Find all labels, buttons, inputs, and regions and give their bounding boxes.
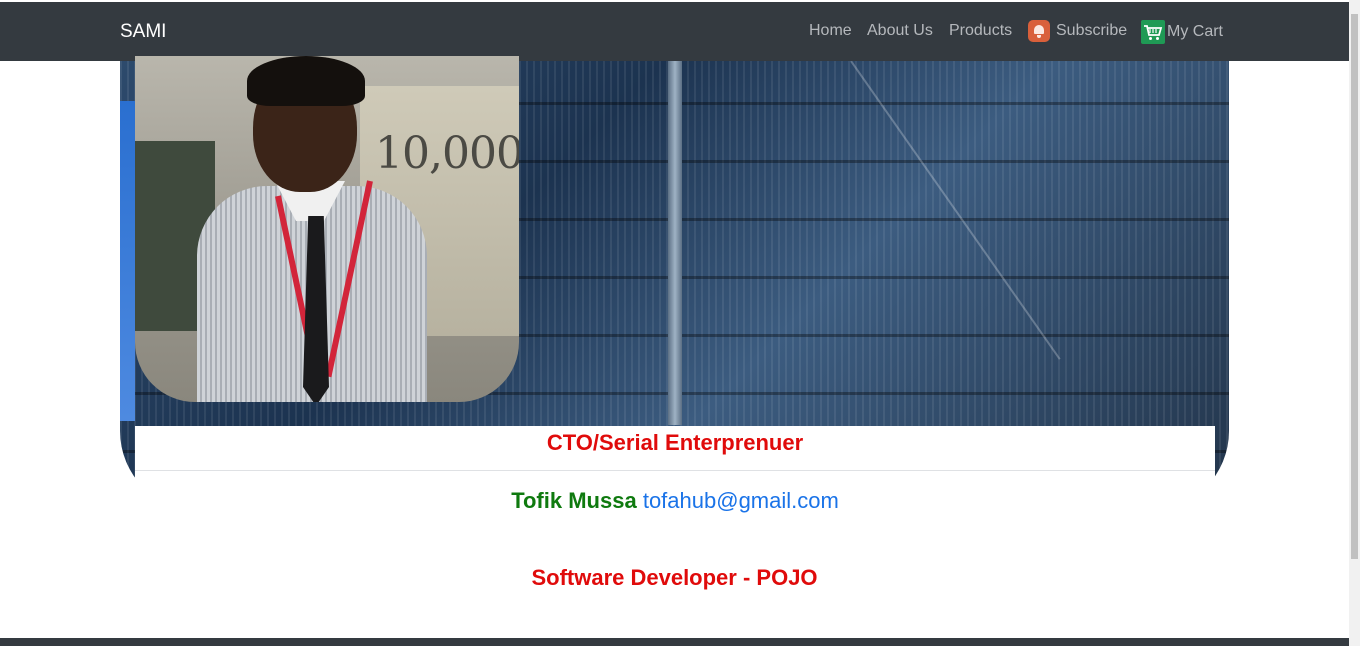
- nav-subscribe-link[interactable]: Subscribe: [1028, 20, 1127, 42]
- nav-cart-label: My Cart: [1167, 23, 1223, 40]
- role-heading: Software Developer - POJO: [531, 565, 818, 590]
- scrollbar-thumb[interactable]: [1351, 14, 1358, 559]
- photo-banknote-text: 10,000: [375, 128, 519, 179]
- page-scrollbar[interactable]: [1349, 0, 1360, 646]
- hero-steel-beam: [668, 61, 682, 425]
- nav-subscribe-label: Subscribe: [1056, 22, 1128, 39]
- email-link[interactable]: tofahub@gmail.com: [643, 488, 839, 513]
- nav-cart-link[interactable]: My Cart: [1141, 20, 1223, 44]
- hero-diagonal-line: [850, 61, 1061, 360]
- navbar: SAMI Home About Us Products Subscribe My…: [0, 2, 1349, 61]
- bell-icon: [1028, 20, 1050, 42]
- profile-photo: 10,000: [135, 56, 519, 402]
- shopping-cart-icon: [1141, 20, 1165, 44]
- nav-home-link[interactable]: Home: [809, 22, 852, 40]
- brand-link[interactable]: SAMI: [120, 21, 166, 43]
- nav-products-link[interactable]: Products: [949, 22, 1012, 40]
- footer-bar: [0, 638, 1349, 646]
- person-name: Tofik Mussa: [511, 488, 637, 513]
- hero-edge-accent: [120, 101, 135, 421]
- nav-about-link[interactable]: About Us: [867, 22, 933, 40]
- card-title: CTO/Serial Enterprenuer: [135, 426, 1215, 471]
- profile-card: CTO/Serial Enterprenuer Tofik Mussa tofa…: [135, 426, 1215, 516]
- card-contact-line: Tofik Mussa tofahub@gmail.com: [135, 488, 1215, 514]
- person-hair: [247, 56, 365, 106]
